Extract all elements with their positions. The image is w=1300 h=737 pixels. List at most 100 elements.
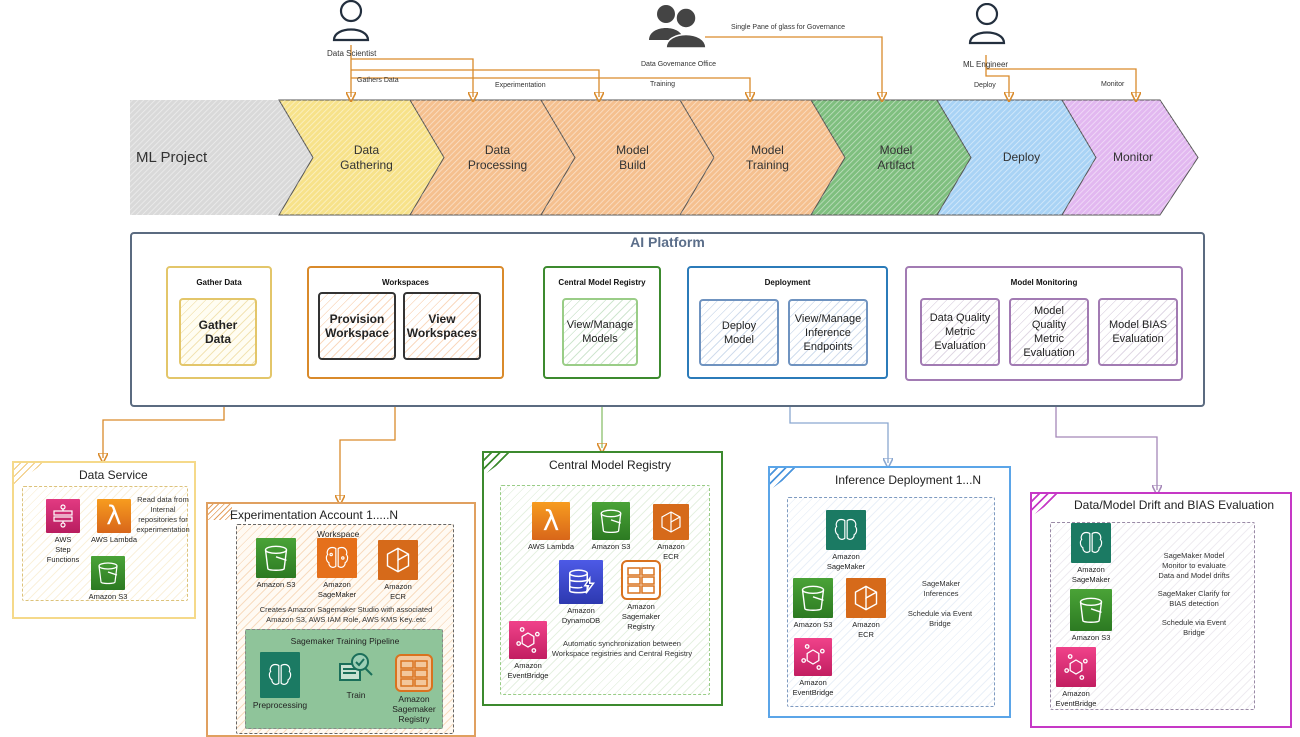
service-sagemaker[interactable]: Amazon SageMaker: [312, 538, 362, 600]
service-eventbridge[interactable]: Amazon EventBridge: [1051, 647, 1101, 709]
card-label: View Workspaces: [406, 312, 478, 340]
card-view-workspaces[interactable]: View Workspaces: [403, 292, 481, 360]
service-s3[interactable]: Amazon S3: [251, 538, 301, 590]
card-label: Data Quality Metric Evaluation: [929, 312, 991, 352]
card-label: Deploy Model: [721, 319, 757, 346]
service-dynamodb[interactable]: Amazon DynamoDB: [551, 560, 611, 626]
service-eventbridge[interactable]: Amazon EventBridge: [788, 638, 838, 698]
link-workspaces-to-experimentation: [340, 407, 396, 500]
central-registry-inner: λ AWS Lambda Amazon S3 Amazon ECR Amazon…: [500, 485, 710, 695]
pipeline-step-registry[interactable]: Amazon Sagemaker Registry: [389, 654, 439, 724]
card-data-quality-evaluation[interactable]: Data Quality Metric Evaluation: [920, 298, 1000, 366]
service-sagemaker[interactable]: Amazon SageMaker: [1061, 523, 1121, 585]
account-inference-title: Inference Deployment 1...N: [835, 473, 982, 487]
group-workspaces: Workspaces Provision Workspace View Work…: [307, 266, 504, 379]
ai-platform-title: AI Platform: [630, 234, 705, 250]
pipeline-step-label[interactable]: Model Artifact: [845, 100, 947, 215]
hatch-corner: [1032, 494, 1062, 516]
dynamodb-icon: [559, 560, 603, 604]
pipeline-step-label[interactable]: ML Project: [136, 100, 236, 215]
central-registry-note: Automatic synchronization between Worksp…: [551, 639, 693, 658]
hatch-corner: [770, 468, 800, 490]
step-label: Amazon Sagemaker Registry: [392, 694, 436, 724]
card-provision-workspace[interactable]: Provision Workspace: [318, 292, 396, 360]
group-deployment: Deployment Deploy Model View/Manage Infe…: [687, 266, 888, 379]
account-central-registry: Central Model Registry λ AWS Lambda Amaz…: [482, 451, 723, 706]
person-icon: [332, 0, 370, 42]
service-lambda[interactable]: λ AWS Lambda: [521, 502, 581, 552]
data-service-note: Read data from Internal repositories for…: [136, 495, 190, 534]
s3-bucket-icon: [256, 538, 296, 578]
service-label: Amazon SageMaker: [1071, 565, 1111, 584]
pipeline-step-preprocessing[interactable]: Preprocessing: [250, 652, 310, 710]
service-ecr[interactable]: Amazon ECR: [841, 578, 891, 640]
service-label: Amazon ECR: [852, 620, 880, 639]
account-drift-bias: Data/Model Drift and BIAS Evaluation Ama…: [1030, 492, 1292, 728]
card-model-quality-evaluation[interactable]: Model Quality Metric Evaluation: [1009, 298, 1089, 366]
link-monitoring-to-drift: [1055, 407, 1157, 490]
card-gather-data[interactable]: Gather Data: [179, 298, 257, 366]
account-experimentation: Experimentation Account 1.....N Workspac…: [206, 502, 476, 737]
ml-engineer-actor: [967, 2, 1007, 47]
service-label: Amazon EventBridge: [792, 678, 834, 697]
card-deploy-model[interactable]: Deploy Model: [699, 299, 779, 366]
service-step-functions[interactable]: AWS Step Functions: [38, 499, 88, 565]
service-sagemaker-registry[interactable]: Amazon Sagemaker Registry: [611, 560, 671, 632]
service-s3[interactable]: Amazon S3: [1061, 589, 1121, 643]
pipeline-step-label[interactable]: Model Training: [714, 100, 821, 215]
service-label: Amazon EventBridge: [1055, 689, 1097, 708]
group-registry-title: Central Model Registry: [558, 278, 646, 287]
service-label: Amazon SageMaker: [826, 552, 866, 571]
pipeline-step-label[interactable]: Monitor: [1096, 100, 1170, 215]
inference-inner: Amazon SageMaker Amazon S3 Amazon ECR Am…: [787, 497, 995, 707]
account-data-service-title: Data Service: [79, 468, 148, 482]
hatch-corner: [14, 463, 44, 485]
link-deployment-to-inference: [789, 407, 888, 463]
flow-training: [351, 77, 750, 97]
card-model-bias-evaluation[interactable]: Model BIAS Evaluation: [1098, 298, 1178, 366]
sagemaker-brain-icon: [317, 538, 357, 578]
step-functions-icon: [46, 499, 80, 533]
s3-bucket-icon: [1070, 589, 1112, 631]
service-s3[interactable]: Amazon S3: [788, 578, 838, 630]
group-gather-data-title: Gather Data: [196, 278, 242, 287]
data-scientist-label: Data Scientist: [327, 49, 377, 58]
pipeline-step-train[interactable]: Train: [336, 650, 376, 700]
flow-label-gathers-data: Gathers Data: [357, 77, 399, 84]
drift-note-1: SageMaker Model Monitor to evaluate Data…: [1158, 551, 1230, 580]
group-people-icon: [649, 5, 707, 49]
link-gather-to-dataservice: [103, 407, 225, 458]
card-view-manage-endpoints[interactable]: View/Manage Inference Endpoints: [788, 299, 868, 366]
service-ecr[interactable]: Amazon ECR: [641, 504, 701, 562]
service-s3[interactable]: Amazon S3: [83, 556, 133, 602]
train-magnifier-icon: [337, 650, 375, 688]
registry-grid-icon: [621, 560, 661, 600]
service-label: Amazon S3: [256, 580, 296, 589]
service-s3[interactable]: Amazon S3: [581, 502, 641, 552]
service-label: AWS Lambda: [528, 542, 574, 551]
data-scientist-actor: [331, 0, 371, 44]
account-central-registry-title: Central Model Registry: [549, 458, 672, 472]
service-label: AWS Step Functions: [46, 535, 80, 564]
pipeline-step-label[interactable]: Data Processing: [444, 100, 551, 215]
service-label: Amazon DynamoDB: [561, 606, 601, 625]
card-label: View/Manage Inference Endpoints: [794, 312, 862, 353]
lambda-icon: λ: [532, 502, 570, 540]
pipeline-step-label[interactable]: Model Build: [575, 100, 690, 215]
pipeline-step-label[interactable]: Data Gathering: [313, 100, 420, 215]
service-label: AWS Lambda: [91, 535, 137, 544]
service-lambda[interactable]: λ AWS Lambda: [89, 499, 139, 545]
training-pipeline: Sagemaker Training Pipeline Preprocessin…: [245, 629, 443, 729]
pipeline-step-label[interactable]: Deploy: [971, 100, 1072, 215]
ml-engineer-label: ML Engineer: [963, 60, 1009, 69]
service-ecr[interactable]: Amazon ECR: [373, 540, 423, 602]
hatch-corner: [484, 453, 514, 475]
group-workspaces-title: Workspaces: [382, 278, 429, 287]
step-label: Train: [346, 690, 366, 700]
ecr-container-icon: [653, 504, 689, 540]
card-view-manage-models[interactable]: View/Manage Models: [562, 298, 638, 366]
eventbridge-icon: [794, 638, 832, 676]
hatch-corner: [208, 504, 232, 520]
sagemaker-brain-icon: [260, 652, 300, 698]
service-sagemaker[interactable]: Amazon SageMaker: [816, 510, 876, 572]
